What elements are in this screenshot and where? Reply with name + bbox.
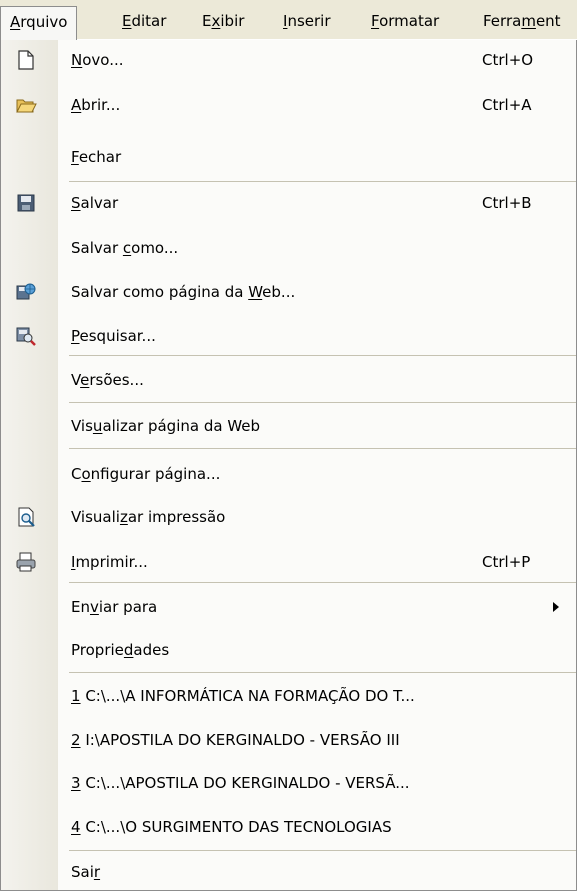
save-as-web-page-icon <box>16 283 36 300</box>
item-label: 3 C:\...\APOSTILA DO KERGINALDO - VERSÃ.… <box>71 774 410 792</box>
menu-item-sair[interactable]: Sair <box>1 852 576 892</box>
menu-inserir[interactable]: Inserir <box>274 8 340 36</box>
menu-item-salvar-web[interactable]: Salvar como página da Web... <box>1 272 576 312</box>
menu-ferramentas[interactable]: Ferrament <box>474 8 570 36</box>
menu-separator <box>69 672 576 673</box>
menu-label-part: ditar <box>131 12 167 30</box>
item-label: Enviar para <box>71 598 158 616</box>
item-label: Pesquisar... <box>71 327 156 345</box>
recent-file-1[interactable]: 1 C:\...\A INFORMÁTICA NA FORMAÇÃO DO T.… <box>1 676 576 716</box>
menu-item-enviar-para[interactable]: Enviar para <box>1 587 576 627</box>
printer-icon <box>16 552 36 572</box>
shortcut-label: Ctrl+P <box>482 553 531 571</box>
item-label: Visualizar página da Web <box>71 417 261 435</box>
menu-separator <box>69 355 576 356</box>
menu-item-visualizar-web[interactable]: Visualizar página da Web <box>1 406 576 446</box>
menu-label-part: ibir <box>220 12 245 30</box>
menu-label-part: nserir <box>287 12 331 30</box>
item-label: Salvar <box>71 194 119 212</box>
item-label: Novo... <box>71 51 124 69</box>
item-label: Salvar como página da Web... <box>71 283 296 301</box>
menu-item-configurar-pagina[interactable]: Configurar página... <box>1 454 576 494</box>
menu-label-part: rquivo <box>20 13 68 31</box>
open-folder-icon <box>16 99 37 113</box>
menu-item-pesquisar[interactable]: Pesquisar... <box>1 316 576 356</box>
menu-mnemonic: A <box>10 13 21 31</box>
item-label: 1 C:\...\A INFORMÁTICA NA FORMAÇÃO DO T.… <box>71 687 415 705</box>
print-preview-icon <box>18 507 35 527</box>
shortcut-label: Ctrl+O <box>482 51 534 69</box>
menu-mnemonic: F <box>371 12 380 30</box>
item-label: 4 C:\...\O SURGIMENTO DAS TECNOLOGIAS <box>71 818 392 836</box>
recent-file-2[interactable]: 2 I:\APOSTILA DO KERGINALDO - VERSÃO III <box>1 720 576 760</box>
item-label: Abrir... <box>71 96 121 114</box>
item-label: Versões... <box>71 371 144 389</box>
save-disk-icon <box>17 194 35 212</box>
item-label: 2 I:\APOSTILA DO KERGINALDO - VERSÃO III <box>71 731 400 749</box>
search-file-icon <box>16 327 36 346</box>
menu-formatar[interactable]: Formatar <box>362 8 448 36</box>
item-label: Propriedades <box>71 641 170 659</box>
item-label: Sair <box>71 863 101 881</box>
menu-item-imprimir[interactable]: Imprimir... Ctrl+P <box>1 542 576 582</box>
new-document-icon <box>18 50 34 70</box>
menu-bar: Arquivo Editar Exibir Inserir Formatar F… <box>0 0 577 40</box>
arquivo-dropdown: Novo... Ctrl+O Abrir... Ctrl+A Fechar Sa… <box>0 40 577 891</box>
menu-item-versoes[interactable]: Versões... <box>1 360 576 400</box>
menu-label-part: ent <box>535 12 561 30</box>
item-label: Imprimir... <box>71 553 148 571</box>
item-label: Fechar <box>71 148 122 166</box>
menu-separator <box>69 181 576 182</box>
menu-item-salvar-como[interactable]: Salvar como... <box>1 228 576 268</box>
recent-file-3[interactable]: 3 C:\...\APOSTILA DO KERGINALDO - VERSÃ.… <box>1 763 576 803</box>
menu-item-visualizar-impressao[interactable]: Visualizar impressão <box>1 497 576 537</box>
item-label: Salvar como... <box>71 239 179 257</box>
menu-separator <box>69 448 576 449</box>
item-label: Configurar página... <box>71 465 221 483</box>
menu-exibir[interactable]: Exibir <box>193 8 253 36</box>
menu-editar[interactable]: Editar <box>113 8 175 36</box>
menu-mnemonic: m <box>521 12 536 30</box>
menu-item-propriedades[interactable]: Propriedades <box>1 630 576 670</box>
menu-item-fechar[interactable]: Fechar <box>1 137 576 177</box>
recent-file-4[interactable]: 4 C:\...\O SURGIMENTO DAS TECNOLOGIAS <box>1 807 576 847</box>
menu-separator <box>69 402 576 403</box>
menu-label-part: ormatar <box>379 12 440 30</box>
menu-item-abrir[interactable]: Abrir... Ctrl+A <box>1 85 576 125</box>
menu-item-salvar[interactable]: Salvar Ctrl+B <box>1 183 576 223</box>
submenu-arrow-icon <box>553 602 559 612</box>
menu-separator <box>69 582 576 583</box>
shortcut-label: Ctrl+A <box>482 96 532 114</box>
menu-label-part: Ferra <box>483 12 522 30</box>
menu-separator <box>69 850 576 851</box>
shortcut-label: Ctrl+B <box>482 194 532 212</box>
menu-item-novo[interactable]: Novo... Ctrl+O <box>1 40 576 80</box>
item-label: Visualizar impressão <box>71 508 226 526</box>
menu-arquivo[interactable]: Arquivo <box>0 6 78 40</box>
